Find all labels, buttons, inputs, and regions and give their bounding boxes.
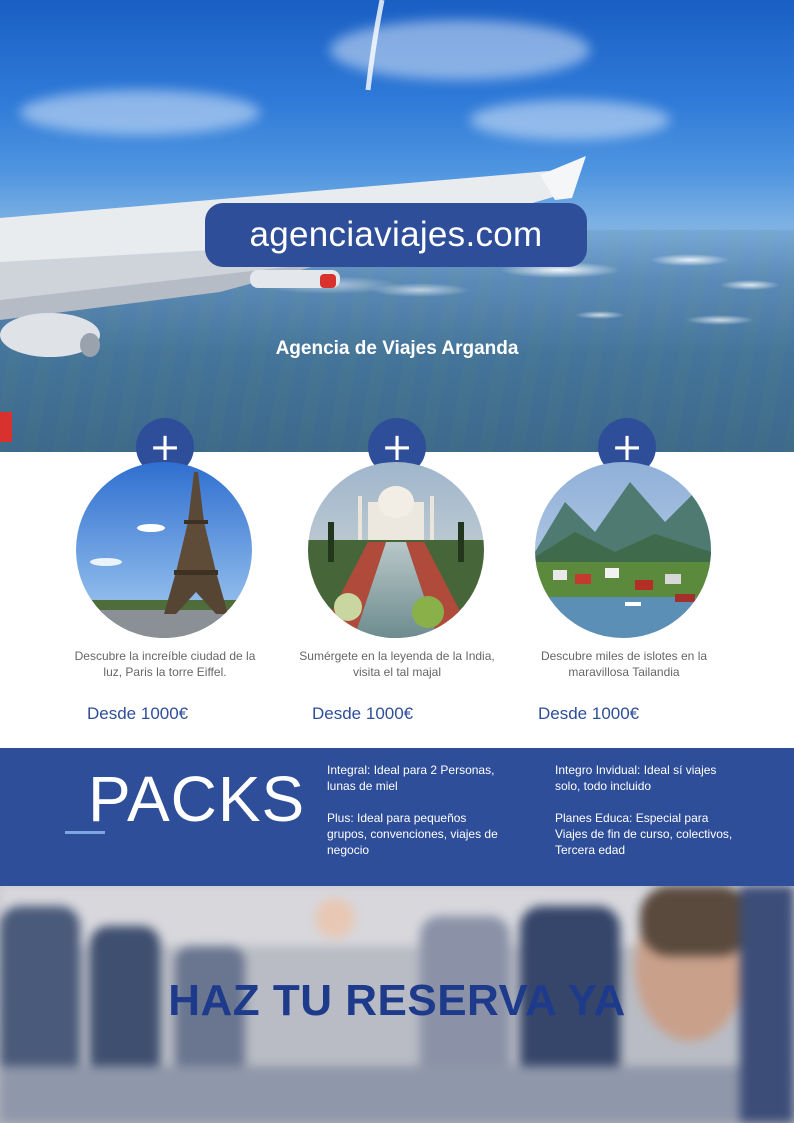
destination-description: Descubre miles de islotes en la maravill… <box>540 649 708 679</box>
destination-price: Desde 1000€ <box>87 704 189 723</box>
taj-mahal-photo <box>308 462 484 638</box>
hero-banner: agenciaviajes.com Agencia de Viajes Arga… <box>0 0 794 452</box>
destination-description: Sumérgete en la leyenda de la India, vis… <box>299 649 495 679</box>
destination-price: Desde 1000€ <box>312 704 414 723</box>
packs-title: PACKS <box>88 763 306 835</box>
pack-plus: Plus: Ideal para pequeños grupos, conven… <box>327 811 498 857</box>
packs-section: PACKS Integral: Ideal para 2 Personas, l… <box>0 748 794 886</box>
brand-logo-pill[interactable]: agenciaviajes.com <box>205 203 587 267</box>
pack-integral: Integral: Ideal para 2 Personas, lunas d… <box>327 763 495 793</box>
booking-cta[interactable]: HAZ TU RESERVA YA <box>0 976 794 1026</box>
pack-integro-individual: Integro Invidual: Ideal sí viajes solo, … <box>555 763 717 793</box>
destination-card-india: + Sumérgete en la leyenda de la India, v… <box>297 418 497 738</box>
agency-tagline: Agencia de Viajes Arganda <box>275 338 519 359</box>
pack-planes-educa: Planes Educa: Especial para Viajes de fi… <box>555 811 733 857</box>
brand-name: agenciaviajes.com <box>249 215 543 254</box>
destination-card-tailandia: + Descubre miles de islotes en la maravi… <box>524 418 724 738</box>
destination-card-paris: + Descubre la increíble ciudad de la luz… <box>65 418 265 738</box>
title-underline <box>65 831 105 834</box>
islands-photo <box>535 462 711 638</box>
eiffel-tower-photo <box>76 462 252 638</box>
destination-description: Descubre la increíble ciudad de la luz, … <box>74 649 256 679</box>
destination-price: Desde 1000€ <box>538 704 640 723</box>
